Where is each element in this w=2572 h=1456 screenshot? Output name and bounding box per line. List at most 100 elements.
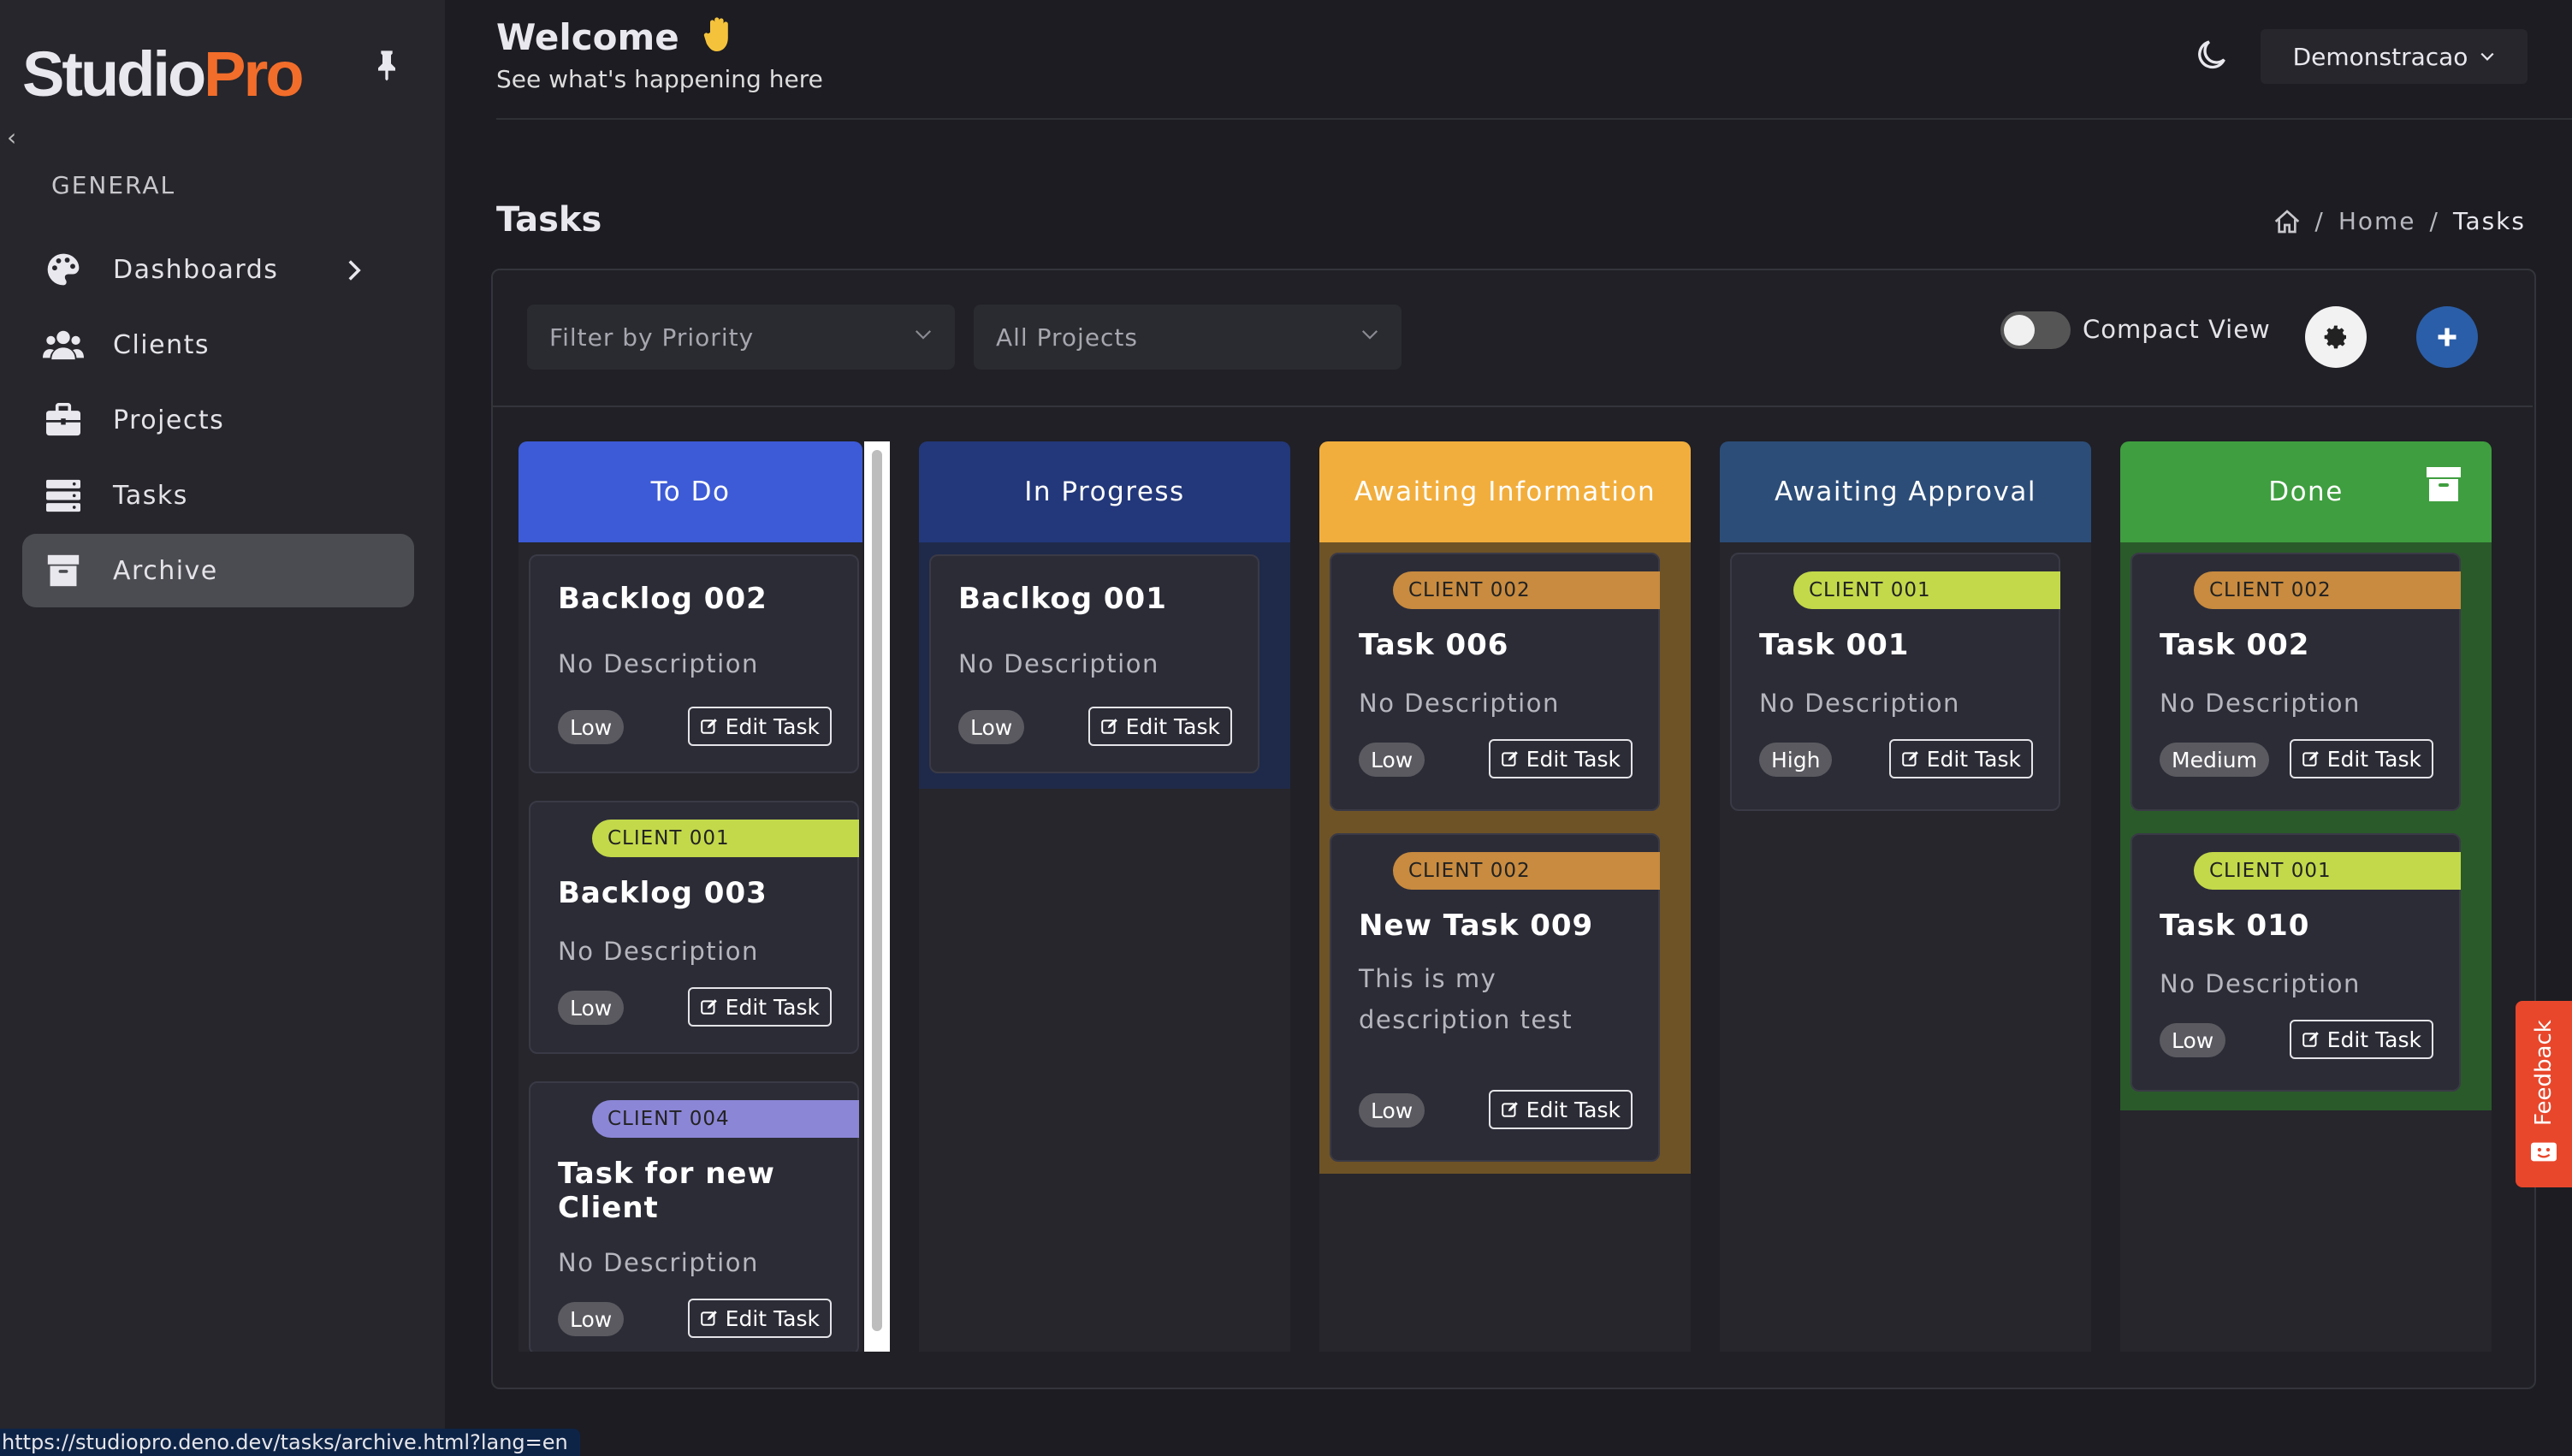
archive-icon[interactable] bbox=[2425, 465, 2462, 503]
task-card[interactable]: Backlog 002 No Description Low Edit Task bbox=[529, 554, 859, 773]
edit-task-label: Edit Task bbox=[1125, 713, 1220, 739]
feedback-label: Feedback bbox=[2531, 1020, 2557, 1126]
column-done: Done CLIENT 002 Task 002 No Description … bbox=[2120, 441, 2492, 1352]
priority-badge: High bbox=[1759, 743, 1833, 777]
task-description: No Description bbox=[2160, 689, 2361, 718]
sidebar-item-dashboards[interactable]: Dashboards bbox=[22, 233, 414, 306]
sidebar-item-tasks[interactable]: Tasks bbox=[22, 459, 414, 532]
edit-icon bbox=[2302, 751, 2319, 766]
breadcrumb-separator: / bbox=[2429, 207, 2439, 235]
column-body: Baclkog 001 No Description Low Edit Task bbox=[919, 542, 1290, 789]
sidebar-item-clients[interactable]: Clients bbox=[22, 308, 414, 382]
edit-task-button[interactable]: Edit Task bbox=[1488, 739, 1633, 778]
toolbar-divider bbox=[493, 405, 2533, 407]
sidebar-item-projects[interactable]: Projects bbox=[22, 383, 414, 457]
task-card[interactable]: CLIENT 001 Task 010 No Description Low E… bbox=[2130, 833, 2461, 1092]
client-tag: CLIENT 004 bbox=[592, 1100, 859, 1138]
client-tag: CLIENT 002 bbox=[1393, 852, 1660, 890]
edit-icon bbox=[1501, 1102, 1518, 1117]
priority-badge: Medium bbox=[2160, 743, 2269, 777]
edit-task-button[interactable]: Edit Task bbox=[687, 987, 832, 1027]
edit-task-button[interactable]: Edit Task bbox=[2289, 739, 2433, 778]
edit-task-label: Edit Task bbox=[725, 994, 820, 1020]
sidebar: StudioPro ‹ GENERAL Dashboards Clients P… bbox=[0, 0, 445, 1456]
sidebar-item-archive[interactable]: Archive bbox=[22, 534, 414, 607]
edit-icon bbox=[700, 999, 717, 1015]
moon-icon[interactable] bbox=[2196, 38, 2230, 72]
edit-task-button[interactable]: Edit Task bbox=[2289, 1020, 2433, 1059]
task-title: Task 006 bbox=[1359, 628, 1509, 662]
home-icon[interactable] bbox=[2273, 209, 2301, 234]
task-card[interactable]: CLIENT 002 New Task 009 This is my descr… bbox=[1330, 833, 1660, 1162]
edit-icon bbox=[1901, 751, 1918, 766]
task-title: Task 002 bbox=[2160, 628, 2310, 662]
column-scrollbar[interactable] bbox=[864, 441, 890, 1352]
edit-task-button[interactable]: Edit Task bbox=[1488, 1090, 1633, 1129]
edit-task-label: Edit Task bbox=[725, 713, 820, 739]
chevron-down-icon bbox=[1361, 330, 1378, 340]
projects-filter-select[interactable]: All Projects bbox=[974, 305, 1402, 370]
client-tag: CLIENT 002 bbox=[1393, 571, 1660, 609]
edit-task-label: Edit Task bbox=[1926, 746, 2021, 772]
priority-filter-select[interactable]: Filter by Priority bbox=[527, 305, 955, 370]
task-title: Baclkog 001 bbox=[958, 582, 1167, 616]
edit-task-button[interactable]: Edit Task bbox=[1087, 707, 1232, 746]
edit-task-label: Edit Task bbox=[2326, 746, 2421, 772]
projects-filter-placeholder: All Projects bbox=[996, 323, 1138, 352]
sidebar-item-label: Tasks bbox=[113, 480, 188, 511]
task-description: No Description bbox=[1759, 689, 1960, 718]
column-in-progress: In Progress Baclkog 001 No Description L… bbox=[919, 441, 1290, 1352]
column-todo: To Do Backlog 002 No Description Low Edi… bbox=[519, 441, 862, 1352]
column-header: Awaiting Information bbox=[1319, 441, 1691, 542]
client-tag: CLIENT 002 bbox=[2194, 571, 2461, 609]
add-task-button[interactable] bbox=[2416, 306, 2478, 368]
edit-task-button[interactable]: Edit Task bbox=[687, 1299, 832, 1338]
scrollbar-thumb[interactable] bbox=[872, 450, 882, 1331]
collapse-sidebar-icon[interactable]: ‹ bbox=[7, 123, 16, 151]
task-card[interactable]: CLIENT 001 Task 001 No Description High … bbox=[1730, 553, 2060, 811]
priority-badge: Low bbox=[958, 710, 1025, 744]
client-tag: CLIENT 001 bbox=[592, 820, 859, 857]
palette-icon bbox=[41, 247, 86, 292]
priority-badge: Low bbox=[558, 710, 625, 744]
edit-task-button[interactable]: Edit Task bbox=[1888, 739, 2033, 778]
account-name: Demonstracao bbox=[2292, 42, 2468, 71]
briefcase-icon bbox=[41, 398, 86, 442]
task-title: Task 001 bbox=[1759, 628, 1910, 662]
breadcrumb-current: Tasks bbox=[2452, 207, 2526, 235]
compact-view-label: Compact View bbox=[2083, 315, 2271, 344]
edit-task-button[interactable]: Edit Task bbox=[687, 707, 832, 746]
header-divider bbox=[496, 118, 2572, 120]
compact-view-toggle[interactable] bbox=[2000, 311, 2071, 349]
column-awaiting-approval: Awaiting Approval CLIENT 001 Task 001 No… bbox=[1720, 441, 2091, 1352]
column-body: CLIENT 002 Task 006 No Description Low E… bbox=[1319, 542, 1691, 1174]
users-icon bbox=[41, 323, 86, 367]
task-title: Backlog 002 bbox=[558, 582, 767, 616]
task-card[interactable]: CLIENT 004 Task for new Client No Descri… bbox=[529, 1081, 859, 1352]
task-title: Backlog 003 bbox=[558, 876, 767, 910]
task-title: New Task 009 bbox=[1359, 909, 1594, 943]
account-dropdown[interactable]: Demonstracao bbox=[2261, 29, 2528, 84]
edit-icon bbox=[1501, 751, 1518, 766]
logo[interactable]: StudioPro bbox=[22, 38, 305, 110]
gear-icon bbox=[2324, 325, 2346, 349]
welcome-text: Welcome bbox=[496, 16, 679, 58]
welcome-subtitle: See what's happening here bbox=[496, 65, 823, 93]
welcome-heading: Welcome bbox=[496, 15, 736, 58]
logo-pro: Pro bbox=[204, 38, 304, 109]
task-card[interactable]: CLIENT 001 Backlog 003 No Description Lo… bbox=[529, 801, 859, 1054]
waving-hand-icon bbox=[704, 17, 729, 51]
settings-button[interactable] bbox=[2305, 306, 2367, 368]
task-card[interactable]: CLIENT 002 Task 006 No Description Low E… bbox=[1330, 553, 1660, 811]
edit-task-label: Edit Task bbox=[1526, 746, 1621, 772]
chevron-down-icon bbox=[2480, 52, 2494, 61]
breadcrumb-home[interactable]: Home bbox=[2338, 207, 2416, 235]
pin-icon[interactable] bbox=[370, 48, 404, 82]
sidebar-item-label: Archive bbox=[113, 555, 218, 586]
task-card[interactable]: Baclkog 001 No Description Low Edit Task bbox=[929, 554, 1259, 773]
nav-section-title: GENERAL bbox=[51, 171, 176, 199]
column-awaiting-information: Awaiting Information CLIENT 002 Task 006… bbox=[1319, 441, 1691, 1352]
task-card[interactable]: CLIENT 002 Task 002 No Description Mediu… bbox=[2130, 553, 2461, 811]
task-description: No Description bbox=[558, 649, 759, 678]
priority-badge: Low bbox=[2160, 1023, 2226, 1057]
